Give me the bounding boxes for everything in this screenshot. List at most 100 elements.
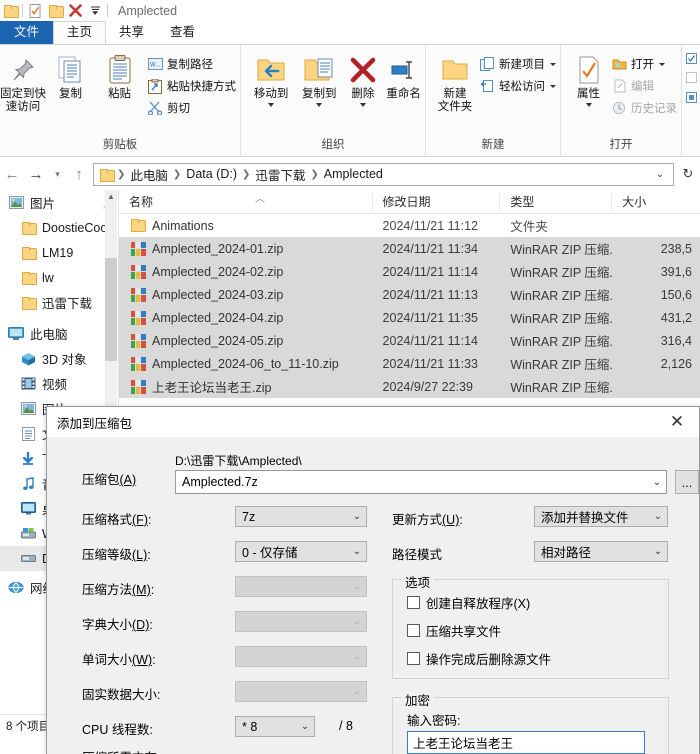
nav-pane-scrollbar[interactable]: ▲ <box>105 190 117 420</box>
tab-home[interactable]: 主页 <box>53 21 107 44</box>
tab-view[interactable]: 查看 <box>157 21 208 44</box>
options-group-title: 选项 <box>401 572 435 591</box>
archive-format-combo[interactable]: 7z ⌄ <box>235 506 367 527</box>
archive-name-combo[interactable]: Amplected.7z ⌄ <box>175 470 667 494</box>
properties-icon[interactable] <box>25 0 45 21</box>
table-row[interactable]: Amplected_2024-05.zip 2024/11/21 11:14 W… <box>119 329 700 352</box>
file-type: WinRAR ZIP 压缩... <box>510 335 613 349</box>
folder-icon[interactable] <box>0 0 20 21</box>
table-row[interactable]: Amplected_2024-06_to_11-10.zip 2024/11/2… <box>119 352 700 375</box>
delete-button[interactable]: 删除 <box>343 50 382 107</box>
easy-access-button[interactable]: 轻松访问 <box>476 75 560 97</box>
properties-button[interactable]: 属性 <box>569 50 608 107</box>
recent-locations-button[interactable]: ▾ <box>48 161 67 187</box>
new-item-button[interactable]: 新建项目 <box>476 53 560 75</box>
ascending-caret-icon: ︿ <box>255 194 265 205</box>
browse-button[interactable]: ... <box>675 470 699 494</box>
chevron-down-icon[interactable] <box>316 103 323 107</box>
file-size: 2,126 <box>660 356 692 371</box>
tab-file[interactable]: 文件 <box>0 21 54 44</box>
cut-button[interactable]: 剪切 <box>144 97 240 119</box>
table-row[interactable]: 上老王论坛当老王.zip 2024/9/27 22:39 WinRAR ZIP … <box>119 375 700 398</box>
select-none-icon[interactable] <box>686 68 699 88</box>
rename-button[interactable]: 重命名 <box>382 50 425 101</box>
nav-item-doostiecoo[interactable]: DoostieCoo <box>0 215 118 240</box>
chevron-down-icon[interactable] <box>659 62 665 66</box>
update-mode-combo[interactable]: 添加并替换文件 ⌄ <box>534 506 668 527</box>
column-size[interactable]: 大小 <box>612 193 700 211</box>
path-mode-combo[interactable]: 相对路径 ⌄ <box>534 541 668 562</box>
breadcrumb-xunlei[interactable]: 迅雷下载 <box>251 165 309 184</box>
column-name[interactable]: 名称 <box>119 192 373 211</box>
chevron-down-icon[interactable]: ⌄ <box>649 169 671 180</box>
back-button[interactable]: ← <box>0 161 24 187</box>
copy-path-button[interactable]: W... 复制路径 <box>144 53 240 75</box>
paste-shortcut-button[interactable]: 粘贴快捷方式 <box>144 75 240 97</box>
new-folder-button[interactable]: 新建 文件夹 <box>434 50 476 114</box>
delete-icon[interactable] <box>65 0 85 21</box>
nav-item-this-pc[interactable]: 此电脑 <box>0 321 118 346</box>
close-icon[interactable]: ✕ <box>655 407 699 437</box>
archive-label: 压缩包(A) <box>82 473 137 487</box>
refresh-icon[interactable]: ↻ <box>676 166 700 182</box>
invert-selection-icon[interactable] <box>686 88 699 108</box>
copy-to-button[interactable]: 复制到 <box>295 50 343 107</box>
customize-caret-icon[interactable] <box>85 0 105 21</box>
table-row[interactable]: Animations 2024/11/21 11:12 文件夹 <box>119 214 700 237</box>
compress-shared-files-checkbox[interactable]: 压缩共享文件 <box>407 621 501 640</box>
table-row[interactable]: Amplected_2024-02.zip 2024/11/21 11:14 W… <box>119 260 700 283</box>
delete-after-compress-checkbox[interactable]: 操作完成后删除源文件 <box>407 649 551 668</box>
open-button[interactable]: 打开 <box>608 53 681 75</box>
address-input[interactable]: ❯ 此电脑 ❯ Data (D:) ❯ 迅雷下载 ❯ Amplected ⌄ <box>93 162 674 186</box>
scrollbar-thumb[interactable] <box>105 258 117 361</box>
chevron-down-icon[interactable] <box>359 103 366 107</box>
copy-button[interactable]: 复制 <box>46 50 95 101</box>
breadcrumb-separator: ❯ <box>310 168 319 180</box>
password-input[interactable]: 上老王论坛当老王 <box>407 731 645 754</box>
path-mode-value: 相对路径 <box>541 546 592 560</box>
breadcrumb-data-d[interactable]: Data (D:) <box>182 167 241 181</box>
select-all-icon[interactable] <box>686 50 699 68</box>
chevron-down-icon[interactable]: ⌄ <box>648 477 666 488</box>
file-size: 238,5 <box>660 241 692 256</box>
new-folder-icon[interactable] <box>45 0 65 21</box>
chevron-down-icon[interactable] <box>585 103 592 107</box>
nav-item-lm19[interactable]: LM19 <box>0 240 118 265</box>
column-date[interactable]: 修改日期 <box>373 192 501 211</box>
forward-button[interactable]: → <box>24 161 48 187</box>
move-to-button[interactable]: 移动到 <box>247 50 295 107</box>
chevron-down-icon[interactable]: ⌄ <box>296 721 314 732</box>
column-type[interactable]: 类型 <box>500 192 613 211</box>
cpu-threads-combo[interactable]: * 8 ⌄ <box>235 716 315 737</box>
ribbon-group-new: 新建 文件夹 新建项目 轻松访问 新建 <box>425 45 560 156</box>
open-icon <box>610 55 628 73</box>
edit-icon <box>610 77 628 95</box>
table-row[interactable]: Amplected_2024-03.zip 2024/11/21 11:13 W… <box>119 283 700 306</box>
tab-share[interactable]: 共享 <box>106 21 157 44</box>
nav-item-xunlei[interactable]: 迅雷下载 <box>0 290 118 315</box>
nav-item-pictures-quick[interactable]: 图片 📌 <box>0 190 118 215</box>
nav-item-3d-objects[interactable]: 3D 对象 <box>0 346 118 371</box>
table-row[interactable]: Amplected_2024-01.zip 2024/11/21 11:34 W… <box>119 237 700 260</box>
nav-item-lw[interactable]: lw <box>0 265 118 290</box>
chevron-down-icon[interactable]: ⌄ <box>649 511 667 522</box>
create-sfx-checkbox[interactable]: 创建自释放程序(X) <box>407 593 530 612</box>
breadcrumb-amplected[interactable]: Amplected <box>320 167 387 181</box>
chevron-down-icon[interactable] <box>268 103 275 107</box>
compression-level-combo[interactable]: 0 - 仅存储 ⌄ <box>235 541 367 562</box>
table-row[interactable]: Amplected_2024-04.zip 2024/11/21 11:35 W… <box>119 306 700 329</box>
chevron-down-icon[interactable] <box>550 84 556 88</box>
chevron-down-icon[interactable]: ⌄ <box>348 546 366 557</box>
nav-item-videos[interactable]: 视频 <box>0 371 118 396</box>
chevron-down-icon[interactable]: ⌄ <box>348 511 366 522</box>
paste-button[interactable]: 粘贴 <box>95 50 144 101</box>
scroll-up-arrow-icon[interactable]: ▲ <box>105 190 117 204</box>
nav-item-label: 3D 对象 <box>42 353 87 367</box>
chevron-down-icon[interactable] <box>550 62 556 66</box>
delete-label: 删除 <box>351 88 375 100</box>
properties-icon <box>577 52 601 88</box>
breadcrumb-this-pc[interactable]: 此电脑 <box>126 165 172 184</box>
chevron-down-icon[interactable]: ⌄ <box>649 546 667 557</box>
up-button[interactable]: ↑ <box>67 161 91 187</box>
pin-to-quick-access-button[interactable]: 固定到快 速访问 <box>0 50 46 114</box>
